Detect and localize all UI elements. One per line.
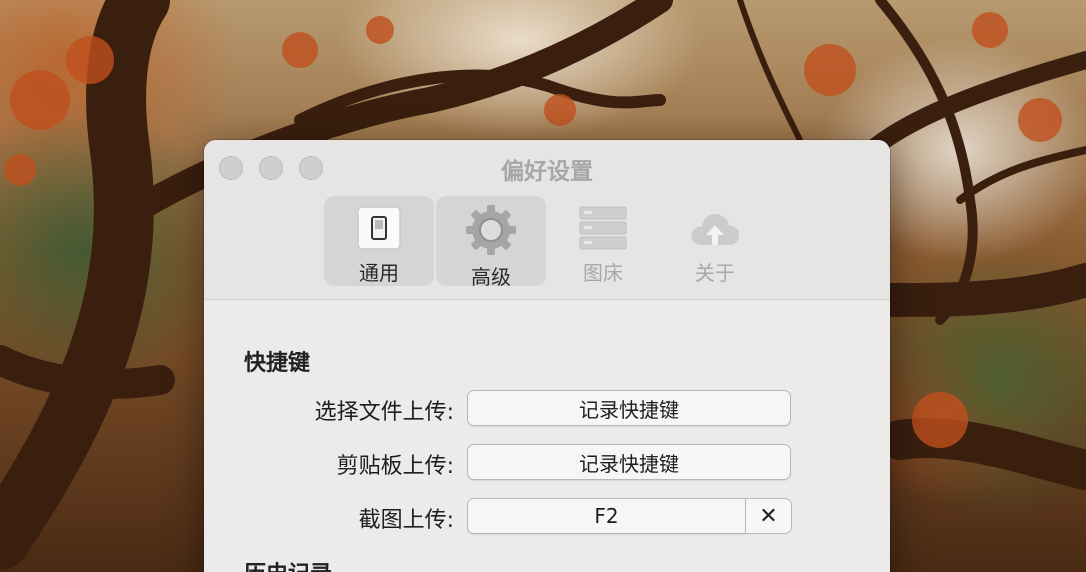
tab-about[interactable]: 关于: [660, 196, 770, 286]
shortcut-row-screenshot: 截图上传: F2 ✕: [204, 498, 890, 534]
titlebar: 偏好设置 通用 高级 图床 关于: [204, 140, 890, 300]
window-title: 偏好设置: [501, 159, 593, 185]
record-shortcut-clipboard-button[interactable]: 记录快捷键: [467, 444, 791, 480]
tab-general-label: 通用: [359, 261, 399, 285]
cloud-upload-icon: [688, 203, 742, 253]
shortcut-row-select-file: 选择文件上传: 记录快捷键: [204, 390, 890, 426]
preferences-window: 偏好设置 通用 高级 图床 关于 快捷键 选择文件上传: 记录快捷键 剪贴板上传…: [204, 140, 890, 572]
shortcut-row-clipboard: 剪贴板上传: 记录快捷键: [204, 444, 890, 480]
shortcut-label-clipboard: 剪贴板上传:: [336, 454, 454, 479]
general-settings-pane: 快捷键 选择文件上传: 记录快捷键 剪贴板上传: 记录快捷键 截图上传: F2 …: [204, 301, 890, 572]
switch-icon: [352, 203, 406, 253]
clear-shortcut-button[interactable]: ✕: [746, 498, 792, 534]
tab-about-label: 关于: [695, 261, 735, 285]
tab-advanced[interactable]: 高级: [436, 196, 546, 289]
history-section-title: 历史记录: [244, 556, 332, 572]
preferences-toolbar: 通用 高级 图床 关于: [324, 196, 770, 289]
shortcut-label-screenshot: 截图上传:: [358, 508, 454, 533]
record-shortcut-screenshot-button[interactable]: F2: [467, 498, 746, 534]
close-icon: ✕: [759, 503, 778, 529]
record-shortcut-select-file-button[interactable]: 记录快捷键: [467, 390, 791, 426]
shortcuts-section-title: 快捷键: [244, 351, 311, 376]
gear-icon: [464, 203, 518, 257]
tab-image-host[interactable]: 图床: [548, 196, 658, 286]
tab-general[interactable]: 通用: [324, 196, 434, 286]
tab-advanced-label: 高级: [471, 265, 511, 289]
tab-image-host-label: 图床: [583, 261, 623, 285]
shortcut-label-select-file: 选择文件上传:: [314, 400, 454, 425]
server-icon: [576, 203, 630, 253]
